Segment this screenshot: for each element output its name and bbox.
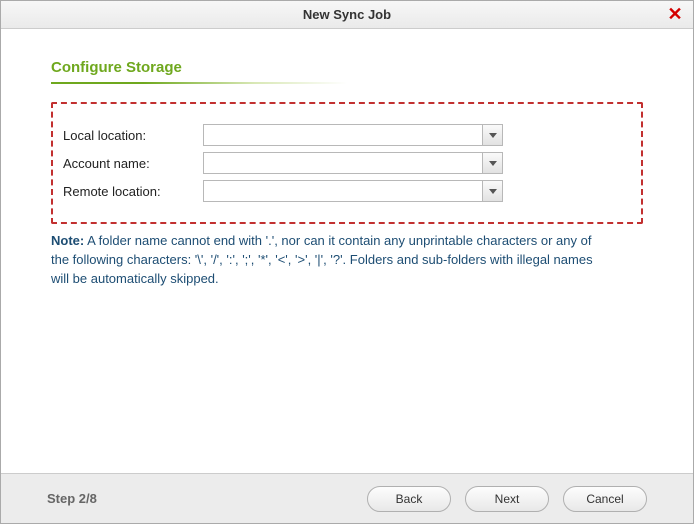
note-text: Note: A folder name cannot end with '.',… bbox=[51, 232, 611, 289]
row-account-name: Account name: bbox=[53, 152, 631, 174]
input-local-location[interactable] bbox=[204, 125, 482, 145]
chevron-down-icon bbox=[489, 161, 497, 166]
content-area: Configure Storage Local location: Accoun… bbox=[1, 29, 693, 473]
section-title: Configure Storage bbox=[51, 59, 643, 76]
back-button[interactable]: Back bbox=[367, 486, 451, 512]
dropdown-button-local-location[interactable] bbox=[482, 125, 502, 145]
combo-remote-location[interactable] bbox=[203, 180, 503, 202]
step-indicator: Step 2/8 bbox=[47, 491, 97, 506]
combo-account-name[interactable] bbox=[203, 152, 503, 174]
input-account-name[interactable] bbox=[204, 153, 482, 173]
next-button[interactable]: Next bbox=[465, 486, 549, 512]
dropdown-button-remote-location[interactable] bbox=[482, 181, 502, 201]
label-remote-location: Remote location: bbox=[53, 184, 203, 199]
highlighted-form-box: Local location: Account name: bbox=[51, 102, 643, 224]
combo-local-location[interactable] bbox=[203, 124, 503, 146]
dropdown-button-account-name[interactable] bbox=[482, 153, 502, 173]
section-divider bbox=[51, 82, 421, 84]
chevron-down-icon bbox=[489, 189, 497, 194]
footer: Step 2/8 Back Next Cancel bbox=[1, 473, 693, 523]
label-local-location: Local location: bbox=[53, 128, 203, 143]
close-button[interactable]: ✕ bbox=[665, 4, 685, 24]
note-body: A folder name cannot end with '.', nor c… bbox=[51, 233, 593, 286]
dialog-window: New Sync Job ✕ Configure Storage Local l… bbox=[0, 0, 694, 524]
window-title: New Sync Job bbox=[303, 7, 391, 22]
note-prefix: Note: bbox=[51, 233, 84, 248]
input-remote-location[interactable] bbox=[204, 181, 482, 201]
row-remote-location: Remote location: bbox=[53, 180, 631, 202]
chevron-down-icon bbox=[489, 133, 497, 138]
row-local-location: Local location: bbox=[53, 124, 631, 146]
label-account-name: Account name: bbox=[53, 156, 203, 171]
cancel-button[interactable]: Cancel bbox=[563, 486, 647, 512]
close-icon: ✕ bbox=[667, 5, 682, 23]
titlebar: New Sync Job ✕ bbox=[1, 1, 693, 29]
